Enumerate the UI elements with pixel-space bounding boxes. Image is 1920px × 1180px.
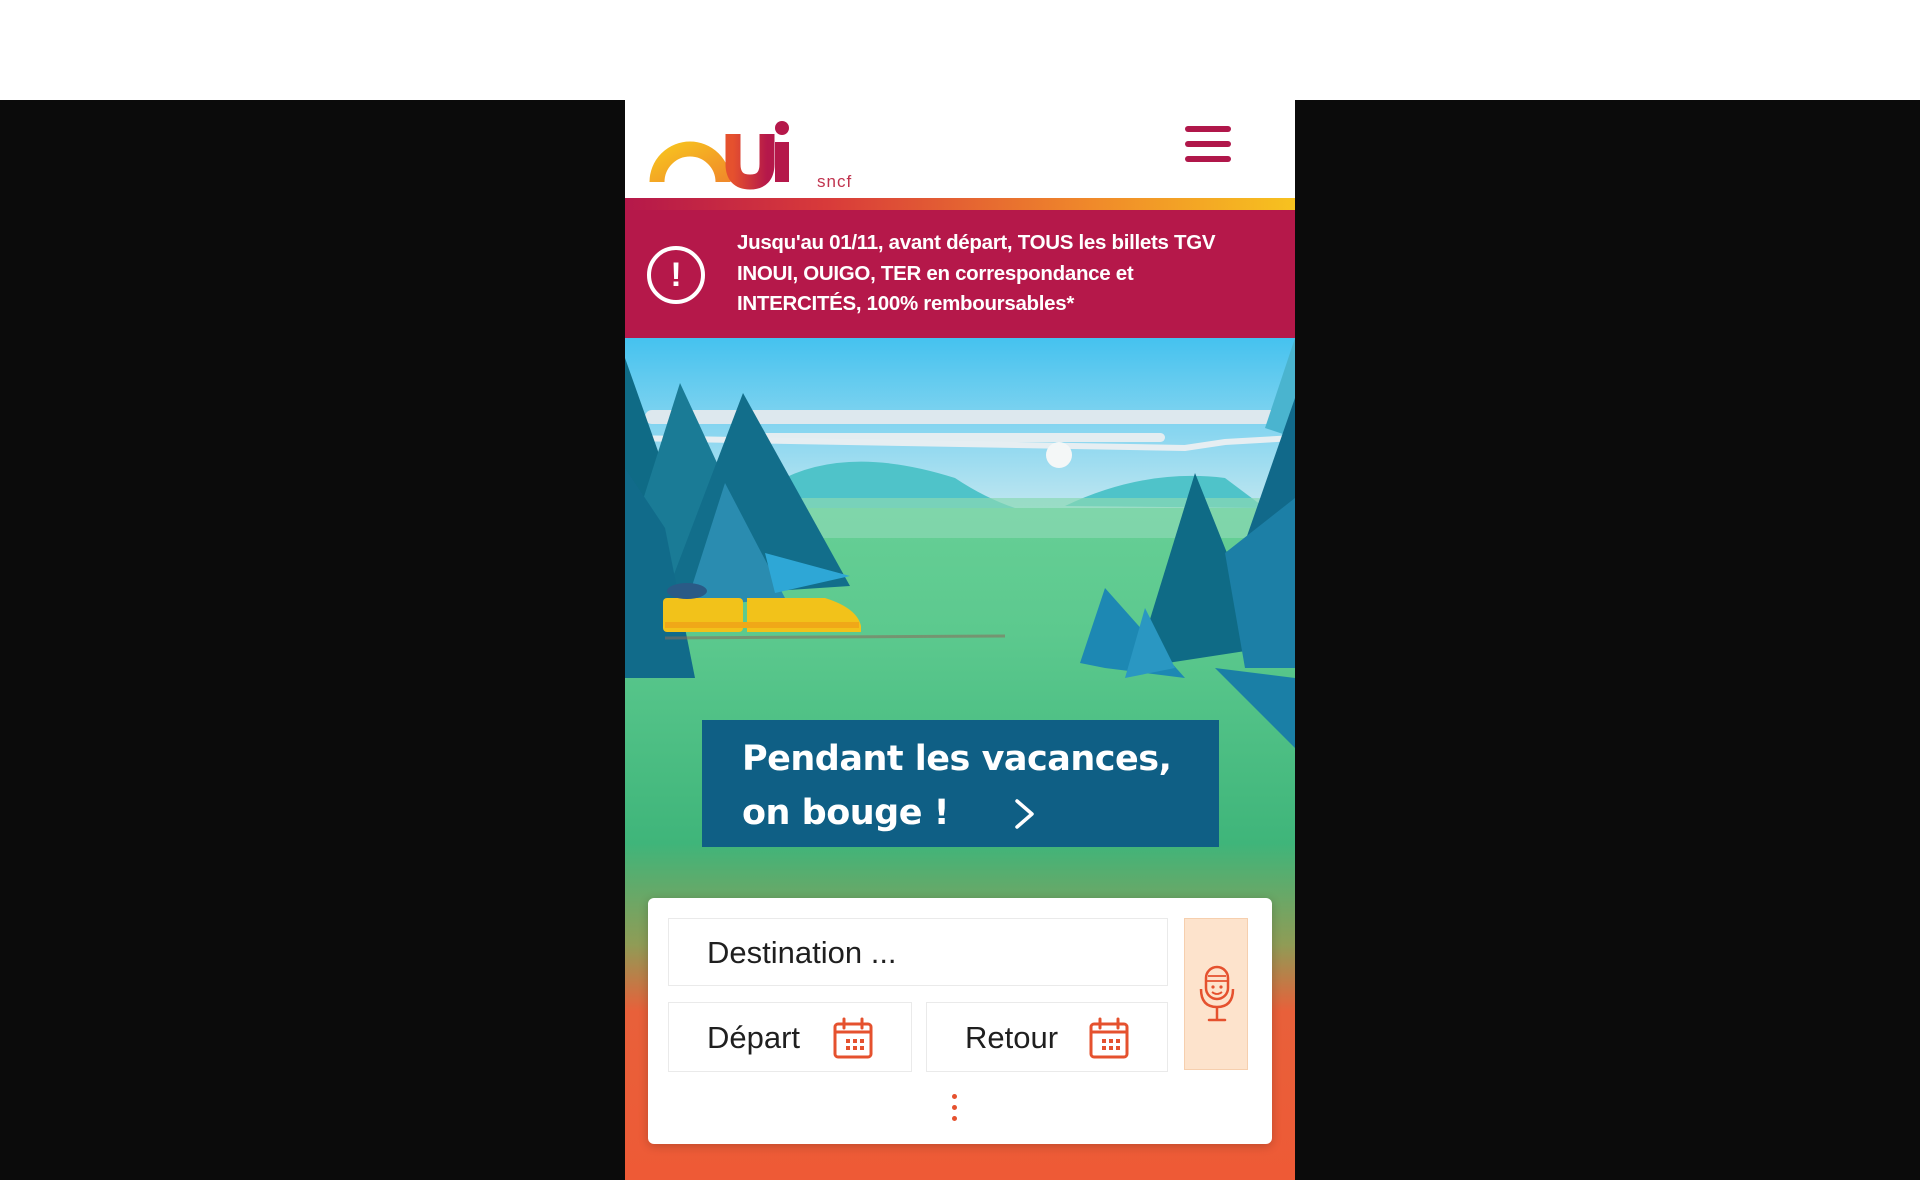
promo-line-2: on bouge ! xyxy=(742,793,950,833)
destination-placeholder: Destination ... xyxy=(707,935,897,970)
exclamation-circle-icon: ! xyxy=(647,246,705,304)
destination-input[interactable]: Destination ... xyxy=(668,918,1168,986)
hamburger-menu-icon[interactable] xyxy=(1185,126,1235,172)
alert-banner[interactable]: ! Jusqu'au 01/11, avant départ, TOUS les… xyxy=(625,210,1295,338)
browser-top-strip xyxy=(0,0,1920,100)
site-header: sncf xyxy=(625,100,1295,210)
microphone-icon xyxy=(1199,965,1235,1022)
promo-line-1: Pendant les vacances, xyxy=(742,739,1172,779)
departure-date-field[interactable]: Départ xyxy=(668,1002,912,1072)
search-card: Destination ... Départ Retour xyxy=(648,898,1272,1144)
return-date-field[interactable]: Retour xyxy=(926,1002,1168,1072)
more-options-icon[interactable] xyxy=(944,1094,964,1134)
departure-label: Départ xyxy=(707,1020,801,1055)
chevron-right-icon xyxy=(1015,799,1034,829)
calendar-icon xyxy=(833,1017,873,1059)
voice-search-button[interactable] xyxy=(1184,918,1248,1070)
calendar-icon xyxy=(1089,1017,1129,1059)
logo-suffix: sncf xyxy=(817,172,853,191)
return-label: Retour xyxy=(965,1020,1059,1055)
brand-gradient-bar xyxy=(625,198,1295,210)
promo-banner[interactable]: Pendant les vacances, on bouge ! xyxy=(702,720,1219,847)
mobile-viewport: sncf ! Jusqu'au 01/11, avant départ, TOU… xyxy=(625,100,1295,1180)
alert-text: Jusqu'au 01/11, avant départ, TOUS les b… xyxy=(737,231,1216,315)
oui-sncf-logo[interactable]: sncf xyxy=(647,112,857,192)
